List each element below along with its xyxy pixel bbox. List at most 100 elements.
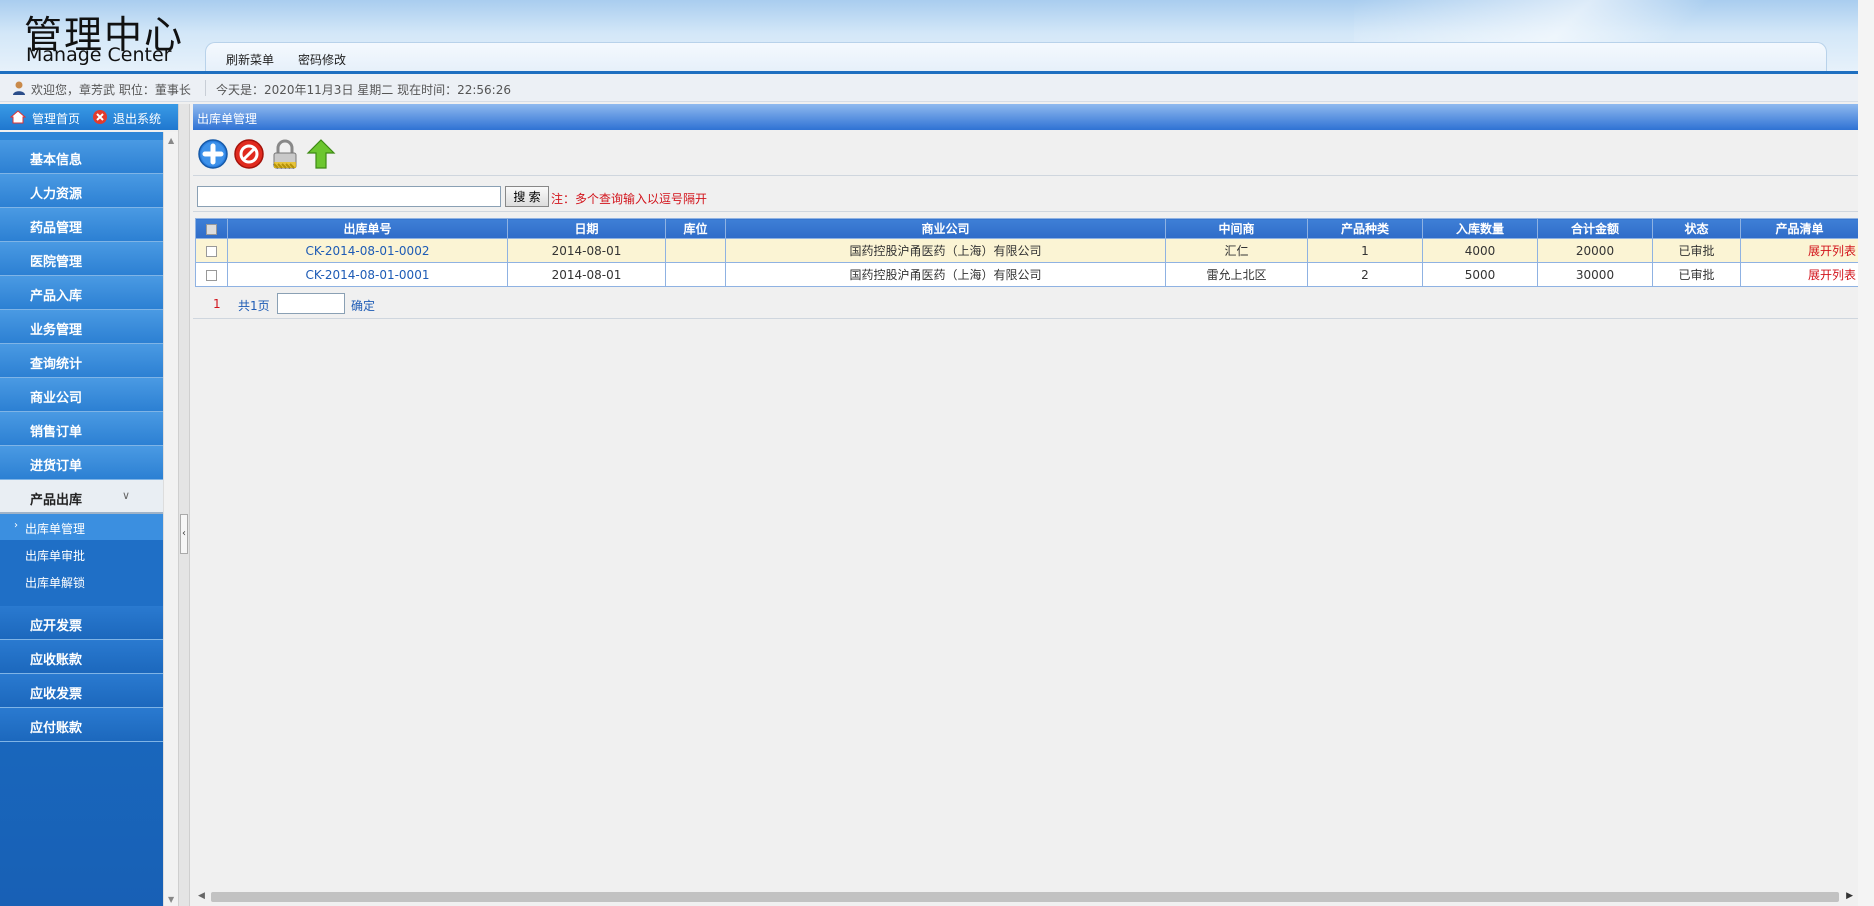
table-cell: 4000 — [1422, 238, 1538, 263]
scroll-left-icon[interactable]: ◀ — [198, 891, 205, 901]
column-header[interactable]: 产品种类 — [1307, 218, 1423, 239]
refresh-menu-link[interactable]: 刷新菜单 — [226, 51, 274, 68]
sidebar-scrollbar[interactable]: ▲ ▼ — [163, 132, 178, 906]
info-bar: 欢迎您，章芳武 职位：董事长 今天是：2020年11月3日 星期二 现在时间：2… — [0, 74, 1858, 102]
table-header-row: 出库单号 日期 库位 商业公司 中间商 产品种类 入库数量 合计金额 状态 产品… — [195, 218, 1859, 239]
status-cell: 已审批 — [1652, 262, 1741, 287]
submenu-item-label: 出库单解锁 — [25, 576, 86, 590]
page-jump-confirm[interactable]: 确定 — [351, 297, 375, 314]
table-cell: 20000 — [1537, 238, 1653, 263]
sidebar-item-invoices-to-issue[interactable]: 应开发票 — [0, 606, 163, 640]
table-row[interactable]: CK-2014-08-01-0001 2014-08-01 国药控股沪甬医药（上… — [195, 262, 1859, 287]
collapse-sidebar-icon[interactable]: ‹ — [180, 514, 188, 554]
column-header[interactable]: 合计金额 — [1537, 218, 1653, 239]
sidebar-item-label: 应收发票 — [30, 687, 83, 702]
sidebar-item-drugs[interactable]: 药品管理 — [0, 208, 163, 242]
column-header[interactable]: 商业公司 — [725, 218, 1166, 239]
table-cell: 雷允上北区 — [1165, 262, 1308, 287]
lock-icon[interactable] — [269, 138, 301, 170]
sidebar-item-hr[interactable]: 人力资源 — [0, 174, 163, 208]
column-header[interactable]: 出库单号 — [227, 218, 508, 239]
sidebar-item-hospitals[interactable]: 医院管理 — [0, 242, 163, 276]
sidebar-item-label: 应付账款 — [30, 721, 83, 736]
submenu-item-outbound-unlock[interactable]: 出库单解锁 — [0, 568, 163, 594]
current-page[interactable]: 1 — [213, 297, 221, 311]
expand-list-link[interactable]: 展开列表 — [1740, 262, 1859, 287]
scroll-down-icon[interactable]: ▼ — [168, 895, 174, 904]
horizontal-scrollbar[interactable]: ◀ ▶ — [193, 888, 1858, 906]
sidebar: 基本信息 人力资源 药品管理 医院管理 产品入库 业务管理 查询统计 商业公司 … — [0, 132, 163, 906]
order-number-link[interactable]: CK-2014-08-01-0002 — [227, 238, 508, 263]
sidebar-item-label: 人力资源 — [30, 187, 83, 202]
column-header[interactable]: 产品清单 — [1740, 218, 1859, 239]
sidebar-item-receivable-invoices[interactable]: 应收发票 — [0, 674, 163, 708]
table-cell — [665, 262, 726, 287]
sidebar-item-label: 产品出库 — [30, 493, 83, 508]
expand-list-link[interactable]: 展开列表 — [1740, 238, 1859, 263]
column-header[interactable]: 日期 — [507, 218, 666, 239]
scrollbar-thumb[interactable] — [211, 892, 1839, 902]
table-cell: 2014-08-01 — [507, 262, 666, 287]
submenu-item-label: 出库单管理 — [25, 522, 86, 536]
scroll-right-icon[interactable]: ▶ — [1846, 891, 1853, 901]
sidebar-item-sales-orders[interactable]: 销售订单 — [0, 412, 163, 446]
submenu: › 出库单管理 出库单审批 出库单解锁 — [0, 514, 163, 606]
scroll-up-icon[interactable]: ▲ — [168, 136, 174, 145]
sidebar-item-label: 查询统计 — [30, 357, 83, 372]
table-cell: 国药控股沪甬医药（上海）有限公司 — [725, 238, 1166, 263]
upload-icon[interactable] — [305, 138, 337, 170]
row-checkbox[interactable] — [195, 262, 228, 287]
table-row[interactable]: CK-2014-08-01-0002 2014-08-01 国药控股沪甬医药（上… — [195, 238, 1859, 263]
top-nav: 刷新菜单 密码修改 — [205, 42, 1827, 72]
row-checkbox[interactable] — [195, 238, 228, 263]
search-row: 搜 索 注：多个查询输入以逗号隔开 — [193, 180, 1858, 212]
page-right-edge — [1858, 0, 1874, 906]
sidebar-item-label: 应收账款 — [30, 653, 83, 668]
page-jump-input[interactable] — [277, 293, 345, 314]
submenu-item-outbound-manage[interactable]: › 出库单管理 — [0, 514, 163, 540]
app-header: 管理中心 Manage Center 刷新菜单 密码修改 — [0, 0, 1874, 74]
chevron-down-icon: ∨ — [122, 489, 131, 502]
sidebar-item-payables[interactable]: 应付账款 — [0, 708, 163, 742]
sidebar-item-label: 医院管理 — [30, 255, 83, 270]
column-header[interactable]: 中间商 — [1165, 218, 1308, 239]
logout-link[interactable]: 退出系统 — [113, 110, 161, 127]
column-header[interactable]: 状态 — [1652, 218, 1741, 239]
search-button[interactable]: 搜 索 — [505, 186, 549, 207]
sidebar-item-label: 药品管理 — [30, 221, 83, 236]
sidebar-item-companies[interactable]: 商业公司 — [0, 378, 163, 412]
table-cell: 30000 — [1537, 262, 1653, 287]
page-title-bar: 出库单管理 — [193, 104, 1858, 130]
divider — [205, 80, 206, 96]
column-header[interactable]: 库位 — [665, 218, 726, 239]
submenu-item-outbound-approve[interactable]: 出库单审批 — [0, 541, 163, 567]
panel-splitter[interactable]: ‹ — [178, 104, 190, 906]
table-cell: 5000 — [1422, 262, 1538, 287]
outbound-table: 出库单号 日期 库位 商业公司 中间商 产品种类 入库数量 合计金额 状态 产品… — [195, 218, 1859, 287]
change-password-link[interactable]: 密码修改 — [298, 51, 346, 68]
table-cell: 国药控股沪甬医药（上海）有限公司 — [725, 262, 1166, 287]
sidebar-item-label: 进货订单 — [30, 459, 83, 474]
search-input[interactable] — [197, 186, 501, 207]
table-cell: 1 — [1307, 238, 1423, 263]
table-cell: 2 — [1307, 262, 1423, 287]
sidebar-item-purchase-orders[interactable]: 进货订单 — [0, 446, 163, 480]
table-cell — [665, 238, 726, 263]
sidebar-item-stock-out[interactable]: 产品出库 ∨ — [0, 480, 163, 514]
sidebar-item-basic-info[interactable]: 基本信息 — [0, 140, 163, 174]
user-icon — [13, 81, 25, 95]
select-all-checkbox[interactable] — [195, 218, 228, 239]
current-time-text: 今天是：2020年11月3日 星期二 现在时间：22:56:26 — [216, 83, 511, 97]
order-number-link[interactable]: CK-2014-08-01-0001 — [227, 262, 508, 287]
sidebar-item-business[interactable]: 业务管理 — [0, 310, 163, 344]
pagination: 1 共1页 确定 — [193, 289, 1858, 319]
sidebar-item-receivables[interactable]: 应收账款 — [0, 640, 163, 674]
welcome-text: 欢迎您，章芳武 职位：董事长 — [31, 83, 191, 97]
sidebar-item-statistics[interactable]: 查询统计 — [0, 344, 163, 378]
sidebar-item-stock-in[interactable]: 产品入库 — [0, 276, 163, 310]
home-link[interactable]: 管理首页 — [32, 110, 80, 127]
delete-icon[interactable] — [233, 138, 265, 170]
home-icon — [10, 110, 26, 124]
column-header[interactable]: 入库数量 — [1422, 218, 1538, 239]
add-icon[interactable] — [197, 138, 229, 170]
